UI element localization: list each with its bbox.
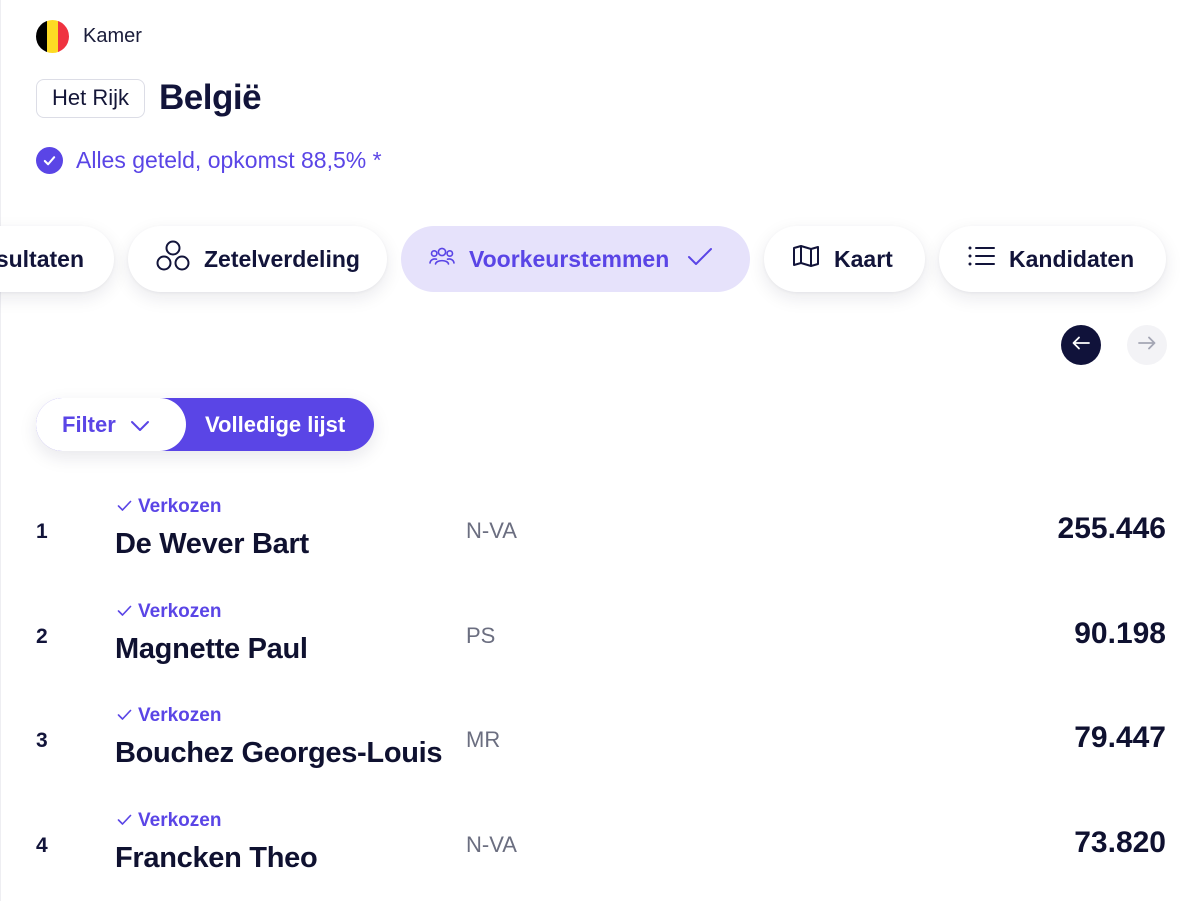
- candidate-list: 1 Verkozen De Wever Bart N-VA 255.446 2 …: [0, 490, 1200, 901]
- tab-label: sultaten: [0, 245, 84, 272]
- belgium-flag-icon: [36, 20, 69, 53]
- list-icon: [967, 244, 995, 274]
- elected-badge: Verkozen: [117, 810, 221, 832]
- arrow-left-icon: [1072, 336, 1090, 355]
- chevron-down-icon: [130, 412, 150, 438]
- elected-label: Verkozen: [138, 809, 222, 831]
- check-icon: [117, 705, 132, 727]
- next-button[interactable]: [1127, 325, 1167, 365]
- table-row[interactable]: 1 Verkozen De Wever Bart N-VA 255.446: [0, 490, 1200, 595]
- table-row[interactable]: 2 Verkozen Magnette Paul PS 90.198: [0, 595, 1200, 700]
- list-mode-toggle: Filter Volledige lijst: [36, 398, 374, 451]
- previous-button[interactable]: [1061, 325, 1101, 365]
- chamber-label: Kamer: [83, 25, 142, 47]
- result-tabs: sultaten Zetelverdeling Voorkeurstemmen …: [0, 226, 1200, 293]
- candidate-name: Francken Theo: [115, 841, 318, 874]
- candidate-name: De Wever Bart: [115, 528, 309, 560]
- region-chip[interactable]: Het Rijk: [36, 78, 146, 118]
- check-circle-icon: [36, 147, 63, 174]
- table-row[interactable]: 4 Verkozen Francken Theo N-VA 73.820: [0, 804, 1200, 901]
- tab-label: Zetelverdeling: [204, 245, 360, 272]
- elected-badge: Verkozen: [117, 496, 221, 518]
- elected-badge: Verkozen: [117, 705, 221, 727]
- status-text: Alles geteld, opkomst 88,5% *: [76, 147, 382, 173]
- check-icon: [117, 810, 132, 832]
- vote-count: 73.820: [1074, 825, 1166, 859]
- count-status: Alles geteld, opkomst 88,5% *: [36, 147, 382, 174]
- tab-kandidaten[interactable]: Kandidaten: [939, 226, 1166, 292]
- check-icon: [687, 246, 713, 273]
- page: Kamer Het Rijk België Alles geteld, opko…: [0, 0, 1200, 901]
- elected-label: Verkozen: [138, 496, 222, 517]
- vote-count: 79.447: [1074, 721, 1166, 754]
- vote-count: 255.446: [1057, 512, 1166, 545]
- party-name: MR: [466, 727, 501, 752]
- rank: 2: [36, 624, 48, 648]
- tab-voorkeurstemmen[interactable]: Voorkeurstemmen: [401, 226, 750, 292]
- rank: 1: [36, 520, 48, 543]
- party-name: N-VA: [466, 518, 517, 543]
- elected-badge: Verkozen: [117, 601, 221, 623]
- rank: 4: [36, 833, 48, 857]
- region-header: Het Rijk België: [36, 78, 262, 118]
- arrow-right-icon: [1138, 336, 1156, 355]
- people-icon: [429, 245, 455, 273]
- elected-label: Verkozen: [138, 705, 222, 726]
- tab-zetelverdeling[interactable]: Zetelverdeling: [128, 226, 387, 292]
- tab-label: Kaart: [834, 245, 893, 272]
- tab-label: Voorkeurstemmen: [469, 245, 670, 272]
- party-name: PS: [466, 622, 496, 648]
- tab-resultaten[interactable]: sultaten: [0, 226, 114, 292]
- filter-label: Filter: [62, 411, 116, 437]
- rank: 3: [36, 729, 48, 752]
- check-icon: [117, 496, 132, 518]
- check-icon: [117, 601, 132, 623]
- full-list-button[interactable]: Volledige lijst: [205, 398, 345, 451]
- table-row[interactable]: 3 Verkozen Bouchez Georges-Louis MR 79.4…: [0, 699, 1200, 804]
- candidate-name: Bouchez Georges-Louis: [115, 737, 443, 769]
- elected-label: Verkozen: [138, 600, 222, 622]
- chamber-header: Kamer: [36, 20, 142, 53]
- tab-label: Kandidaten: [1009, 245, 1135, 272]
- map-icon: [792, 244, 820, 274]
- circles-icon: [156, 239, 190, 279]
- candidate-name: Magnette Paul: [115, 632, 308, 665]
- filter-dropdown[interactable]: Filter: [36, 398, 186, 451]
- party-name: N-VA: [466, 831, 517, 857]
- tab-kaart[interactable]: Kaart: [764, 226, 925, 292]
- vote-count: 90.198: [1074, 616, 1166, 650]
- page-title: België: [159, 78, 262, 117]
